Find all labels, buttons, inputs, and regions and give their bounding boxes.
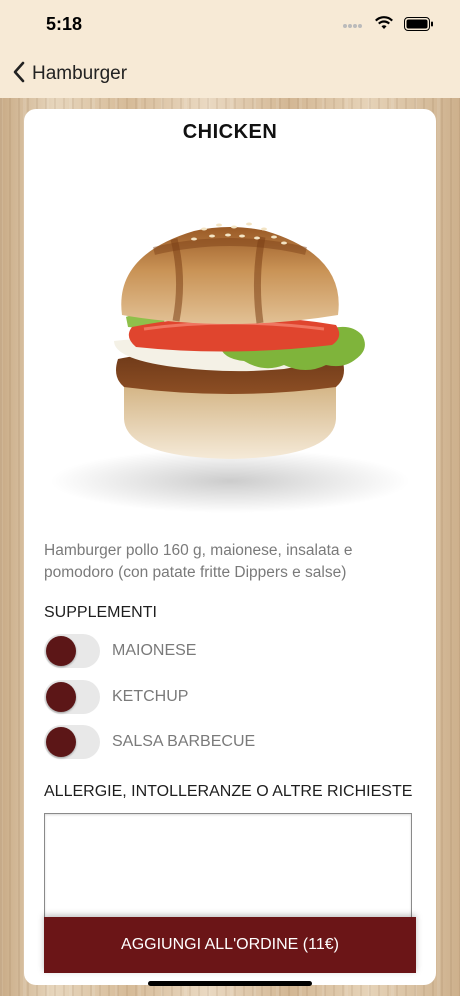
- toggle-knob: [46, 682, 76, 712]
- supplement-toggle-salsa-barbecue[interactable]: [44, 725, 100, 759]
- supplement-toggle-ketchup[interactable]: [44, 680, 100, 714]
- supplements-title: SUPPLEMENTI: [44, 604, 157, 621]
- allergies-title: ALLERGIE, INTOLLERANZE O ALTRE RICHIESTE: [44, 783, 413, 800]
- supplement-label-maionese: MAIONESE: [112, 642, 197, 659]
- back-button[interactable]: Hamburger: [12, 60, 127, 88]
- supplement-row-ketchup: KETCHUP: [44, 679, 188, 715]
- product-title: CHICKEN: [182, 121, 278, 143]
- toggle-knob: [46, 636, 76, 666]
- supplement-label-salsa-barbecue: SALSA BARBECUE: [112, 733, 256, 750]
- product-description: Hamburger pollo 160 g, maionese, insalat…: [44, 542, 353, 581]
- add-to-order-button[interactable]: AGGIUNGI ALL'ORDINE (11€): [44, 917, 416, 973]
- supplement-toggle-maionese[interactable]: [44, 634, 100, 668]
- navigation-bar: Hamburger: [0, 50, 460, 98]
- back-button-label: Hamburger: [32, 63, 128, 84]
- allergies-textarea[interactable]: [44, 813, 412, 923]
- product-card: CHICKEN Hamburger pollo 160 g, maionese,…: [24, 109, 436, 985]
- home-indicator: [148, 981, 312, 986]
- supplement-label-ketchup: KETCHUP: [112, 688, 189, 705]
- battery-icon: [404, 16, 434, 36]
- status-bar: 5:18: [0, 0, 460, 50]
- toggle-knob: [46, 727, 76, 757]
- supplement-row-salsa-barbecue: SALSA BARBECUE: [44, 724, 255, 760]
- signal-dots-icon: [342, 17, 364, 35]
- supplement-row-maionese: MAIONESE: [44, 633, 196, 669]
- status-icons: [342, 16, 434, 36]
- wifi-icon: [374, 16, 394, 36]
- status-time: 5:18: [46, 14, 83, 34]
- chevron-left-icon: [12, 61, 26, 88]
